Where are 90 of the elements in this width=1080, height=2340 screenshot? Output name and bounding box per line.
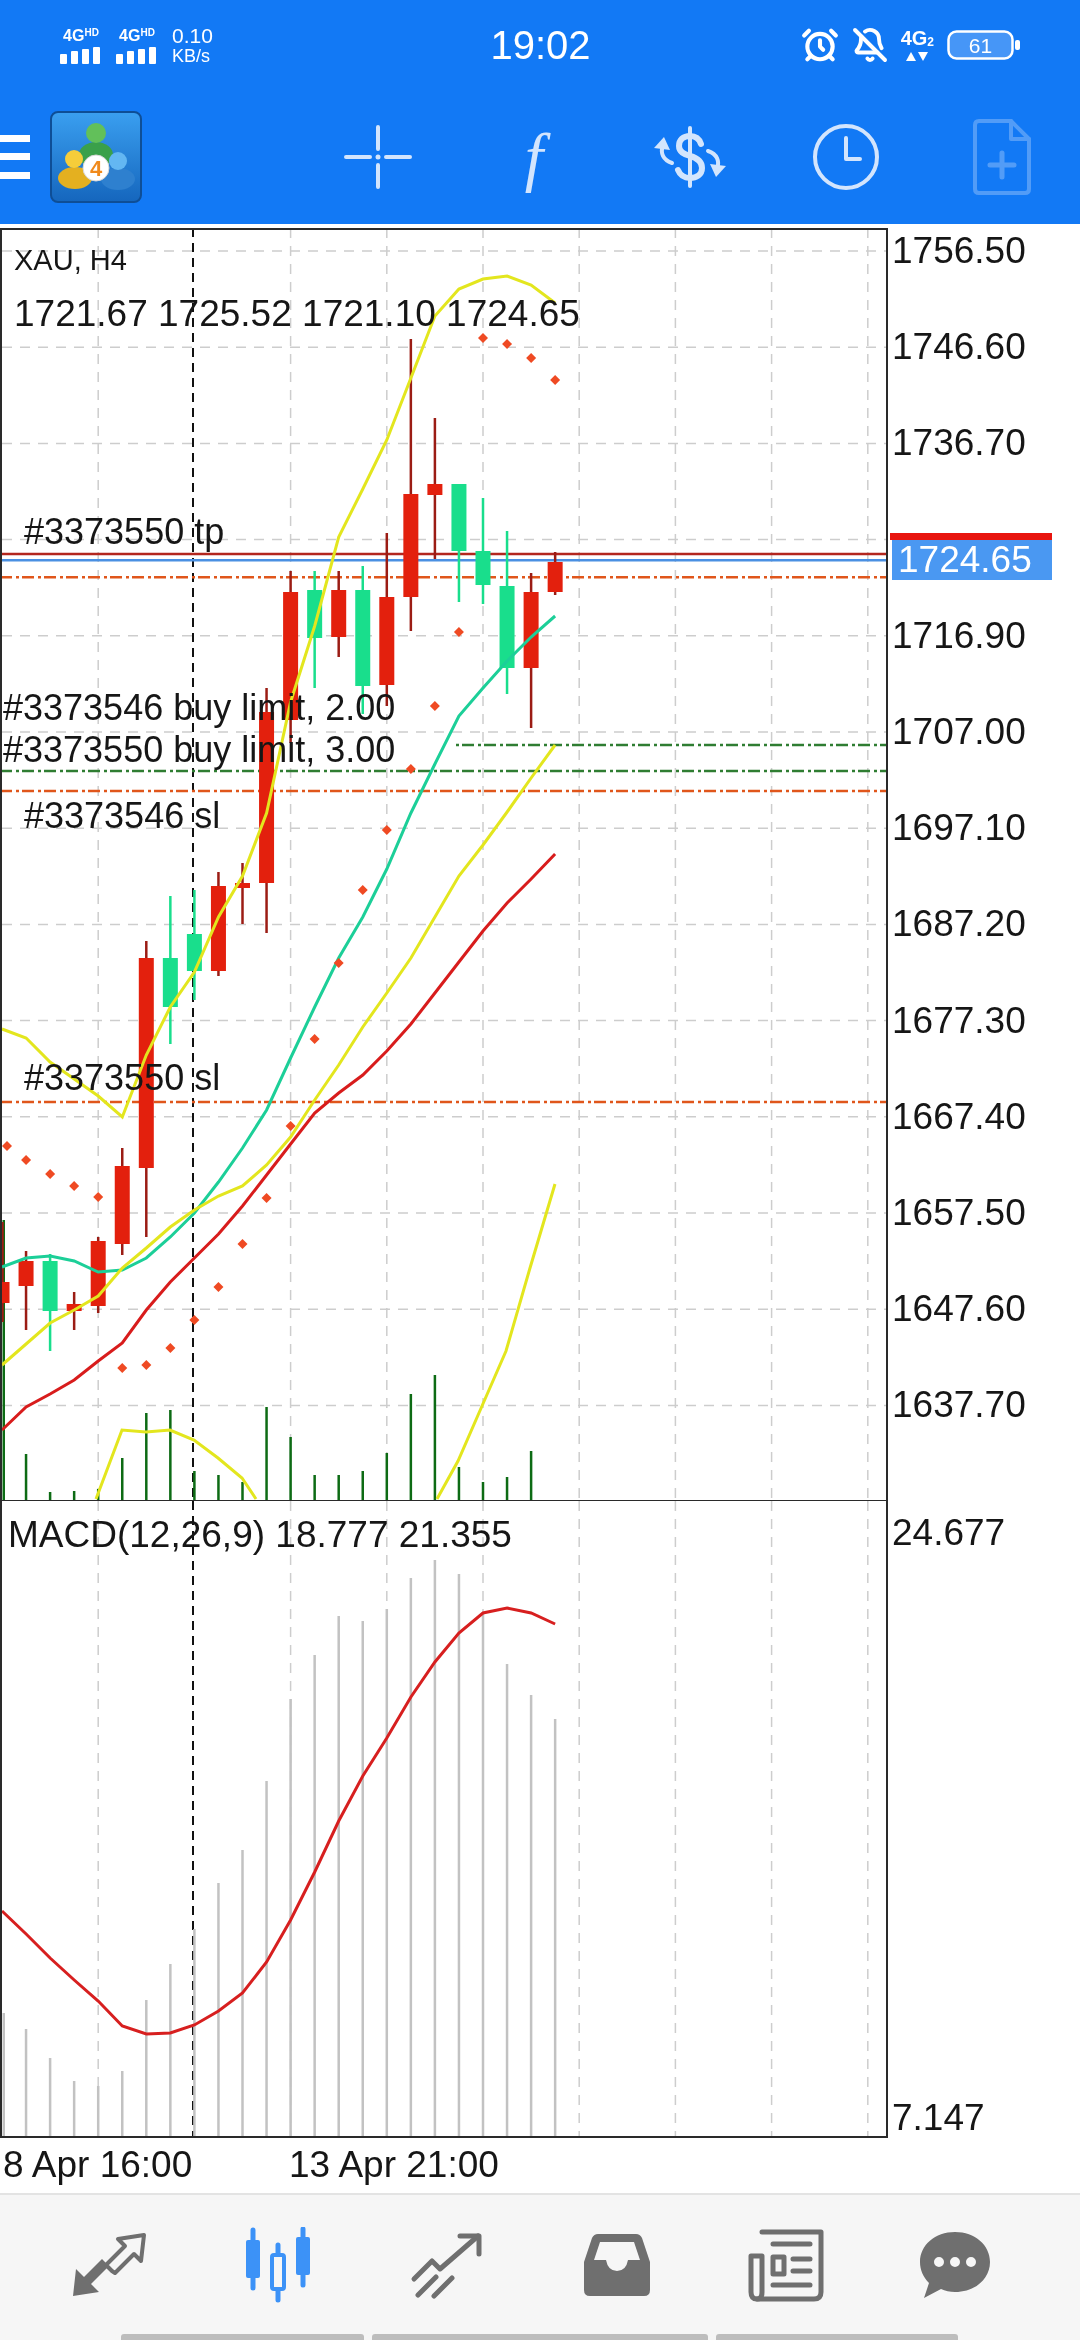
sar-point: [502, 339, 513, 349]
volume-bar: [337, 1475, 340, 1500]
macd-axis-label: 7.147: [892, 2098, 985, 2138]
volume-bar: [481, 1482, 485, 1500]
time-axis-label: 8 Apr 16:00: [3, 2145, 193, 2185]
trend-arrow-icon: [410, 2231, 485, 2299]
price-axis-label: 1707.00: [892, 711, 1026, 752]
volume-bar: [96, 1489, 100, 1500]
volume-bar: [48, 1492, 52, 1500]
order-label: #3373546 sl: [24, 796, 221, 836]
volume-bar: [289, 1437, 292, 1500]
sar-point: [526, 353, 537, 363]
sar-point: [2, 1141, 12, 1151]
bell-off-icon: [851, 27, 888, 63]
sar-point: [333, 958, 344, 968]
sar-point: [478, 333, 488, 343]
price-axis-label: 1657.50: [892, 1192, 1026, 1233]
signal-bars-icon: [116, 46, 158, 64]
sar-point: [429, 701, 440, 711]
alarm-icon: [800, 26, 839, 64]
battery-indicator: 61: [947, 30, 1021, 60]
sar-point: [93, 1192, 104, 1202]
price-axis-label: 1716.90: [892, 615, 1026, 656]
sar-point: [141, 1360, 152, 1370]
sar-point: [357, 885, 368, 895]
sar-point: [21, 1155, 32, 1165]
sar-point: [45, 1169, 56, 1179]
price-axis-label: 1647.60: [892, 1289, 1026, 1330]
macd-axis-label: 24.677: [892, 1513, 1006, 1553]
sar-point: [189, 1315, 200, 1325]
file-plus-icon: [973, 119, 1031, 195]
volume-bar: [121, 1458, 124, 1500]
candle: [235, 863, 250, 924]
sar-point: [309, 1034, 320, 1044]
volume-bar: [385, 1453, 389, 1500]
volume-bar: [217, 1475, 220, 1500]
time-axis-label: 13 Apr 21:00: [289, 2145, 499, 2185]
volume-bar: [457, 1467, 461, 1500]
network-speed: 0.10: [172, 24, 213, 47]
network-speed-unit: KB/s: [172, 46, 210, 66]
status-time: 19:02: [490, 22, 591, 68]
newspaper-icon: [747, 2228, 825, 2302]
sar-point: [237, 1239, 248, 1249]
crosshair-icon: [344, 125, 412, 189]
price-axis-label: 1677.30: [892, 1000, 1026, 1041]
sar-point: [550, 375, 561, 385]
volume-bar: [361, 1471, 364, 1500]
current-price-tag: 1724.65: [892, 539, 1052, 580]
macd-label: MACD(12,26,9) 18.777 21.355: [8, 1515, 512, 1555]
sar-point: [453, 627, 464, 637]
volume-bar: [72, 1491, 76, 1500]
chat-bubble-icon: [918, 2230, 993, 2300]
volume-bar: [505, 1477, 509, 1500]
sar-point: [261, 1193, 272, 1203]
price-axis-label: 1756.50: [892, 231, 1026, 271]
volume-bar: [529, 1451, 533, 1500]
sar-point: [285, 1121, 296, 1131]
chart-symbol: XAU, H4: [14, 244, 127, 276]
candle: [547, 552, 563, 595]
sar-point: [165, 1343, 176, 1353]
sar-point: [213, 1282, 224, 1292]
clock-icon: [812, 123, 880, 191]
volume-bar: [241, 1482, 244, 1500]
ohlc-values: 1721.67 1725.52 1721.10 1724.65: [14, 294, 580, 334]
price-axis-label: 1667.40: [892, 1096, 1026, 1137]
menu-icon: [0, 135, 30, 179]
signal-bars-icon: [60, 46, 102, 64]
double-arrow-icon: [70, 2232, 147, 2298]
order-label: #3373550 tp: [24, 512, 225, 552]
price-axis-label: 1736.70: [892, 423, 1026, 464]
sar-point: [69, 1181, 80, 1191]
volume-bar: [24, 1454, 28, 1500]
network-label: 4G$^{HD}$: [63, 26, 99, 44]
data-arrows-icon: [906, 51, 929, 62]
function-button[interactable]: f: [512, 113, 556, 201]
sar-point: [405, 764, 416, 774]
volume-bar: [313, 1475, 316, 1500]
sar-point: [381, 825, 392, 835]
histogram-bar: [121, 2071, 124, 2136]
price-axis-label: 1687.20: [892, 904, 1026, 945]
volume-bar: [193, 1471, 196, 1500]
histogram-bar: [72, 2081, 76, 2136]
network-type: 4G$_{2}$: [900, 28, 934, 49]
sar-point: [117, 1363, 128, 1373]
candle: [66, 1292, 82, 1330]
price-axis-label: 1697.10: [892, 808, 1026, 849]
network-label: 4G$^{HD}$: [119, 26, 155, 44]
app-logo[interactable]: 4: [50, 111, 142, 203]
price-axis-label: 1746.60: [892, 327, 1026, 368]
price-axis-label: 1637.70: [892, 1385, 1026, 1426]
